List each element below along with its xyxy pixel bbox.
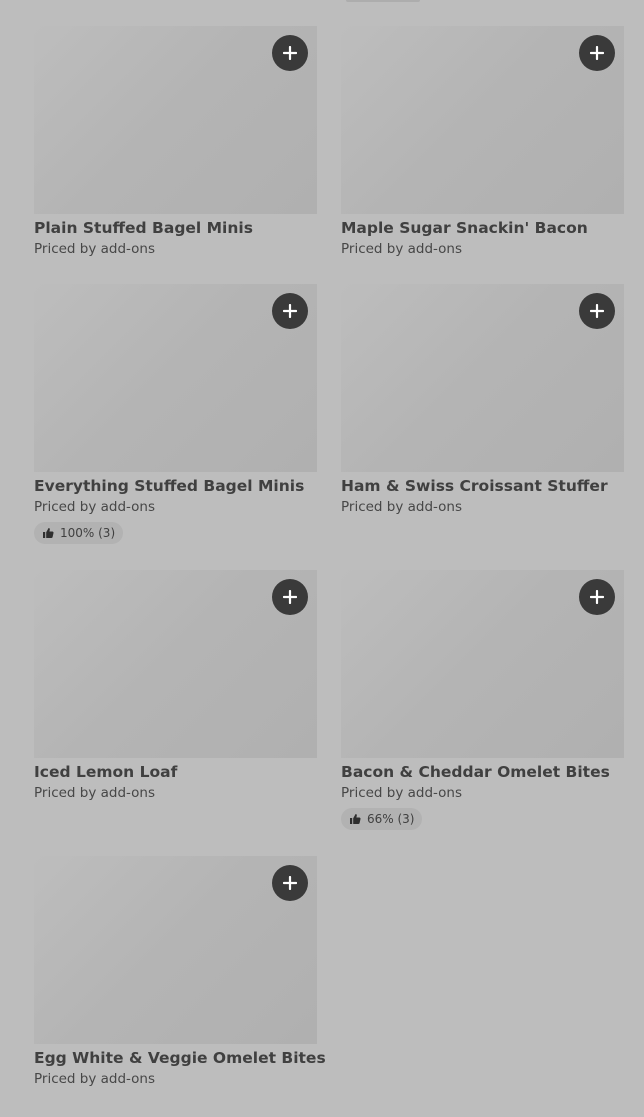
add-item-button[interactable] [579,293,615,329]
item-image [34,570,317,758]
item-title: Bacon & Cheddar Omelet Bites [341,763,610,781]
item-price: Priced by add-ons [341,241,463,257]
add-item-button[interactable] [272,293,308,329]
menu-item-card[interactable]: Maple Sugar Snackin' Bacon Priced by add… [341,26,624,258]
thumbs-up-icon [350,814,361,824]
item-image [341,284,624,472]
item-title: Everything Stuffed Bagel Minis [34,477,305,495]
item-title: Ham & Swiss Croissant Stuffer [341,477,608,495]
plus-icon [283,590,297,604]
plus-icon [590,46,604,60]
item-image [341,26,624,214]
item-image [34,856,317,1044]
plus-icon [283,876,297,890]
add-item-button[interactable] [272,35,308,71]
menu-item-card[interactable]: Bacon & Cheddar Omelet Bites Priced by a… [341,570,624,830]
item-image [34,26,317,214]
thumbs-up-icon [43,528,54,538]
item-title: Iced Lemon Loaf [34,763,178,781]
item-title: Plain Stuffed Bagel Minis [34,219,253,237]
add-item-button[interactable] [579,579,615,615]
plus-icon [283,304,297,318]
menu-item-card[interactable]: Plain Stuffed Bagel Minis Priced by add-… [34,26,317,258]
item-price: Priced by add-ons [341,499,463,515]
add-item-button[interactable] [272,865,308,901]
menu-item-card[interactable]: Egg White & Veggie Omelet Bites Priced b… [34,856,326,1088]
menu-item-card[interactable]: Ham & Swiss Croissant Stuffer Priced by … [341,284,624,516]
item-price: Priced by add-ons [34,785,156,801]
item-price: Priced by add-ons [34,241,156,257]
add-item-button[interactable] [579,35,615,71]
item-price: Priced by add-ons [34,499,156,515]
item-title: Egg White & Veggie Omelet Bites [34,1049,326,1067]
item-image [34,284,317,472]
rating-badge: 66% (3) [341,808,423,830]
menu-item-card[interactable]: Everything Stuffed Bagel Minis Priced by… [34,284,317,544]
item-title: Maple Sugar Snackin' Bacon [341,219,588,237]
plus-icon [590,304,604,318]
item-price: Priced by add-ons [341,785,463,801]
item-price: Priced by add-ons [34,1071,156,1087]
rating-value: 66% (3) [367,812,415,826]
add-item-button[interactable] [272,579,308,615]
plus-icon [590,590,604,604]
rating-value: 100% (3) [60,526,116,540]
plus-icon [283,46,297,60]
menu-items-grid: Plain Stuffed Bagel Minis Priced by add-… [0,0,644,1117]
menu-item-card[interactable]: Iced Lemon Loaf Priced by add-ons [34,570,317,802]
rating-badge: 100% (3) [34,522,124,544]
item-image [341,570,624,758]
